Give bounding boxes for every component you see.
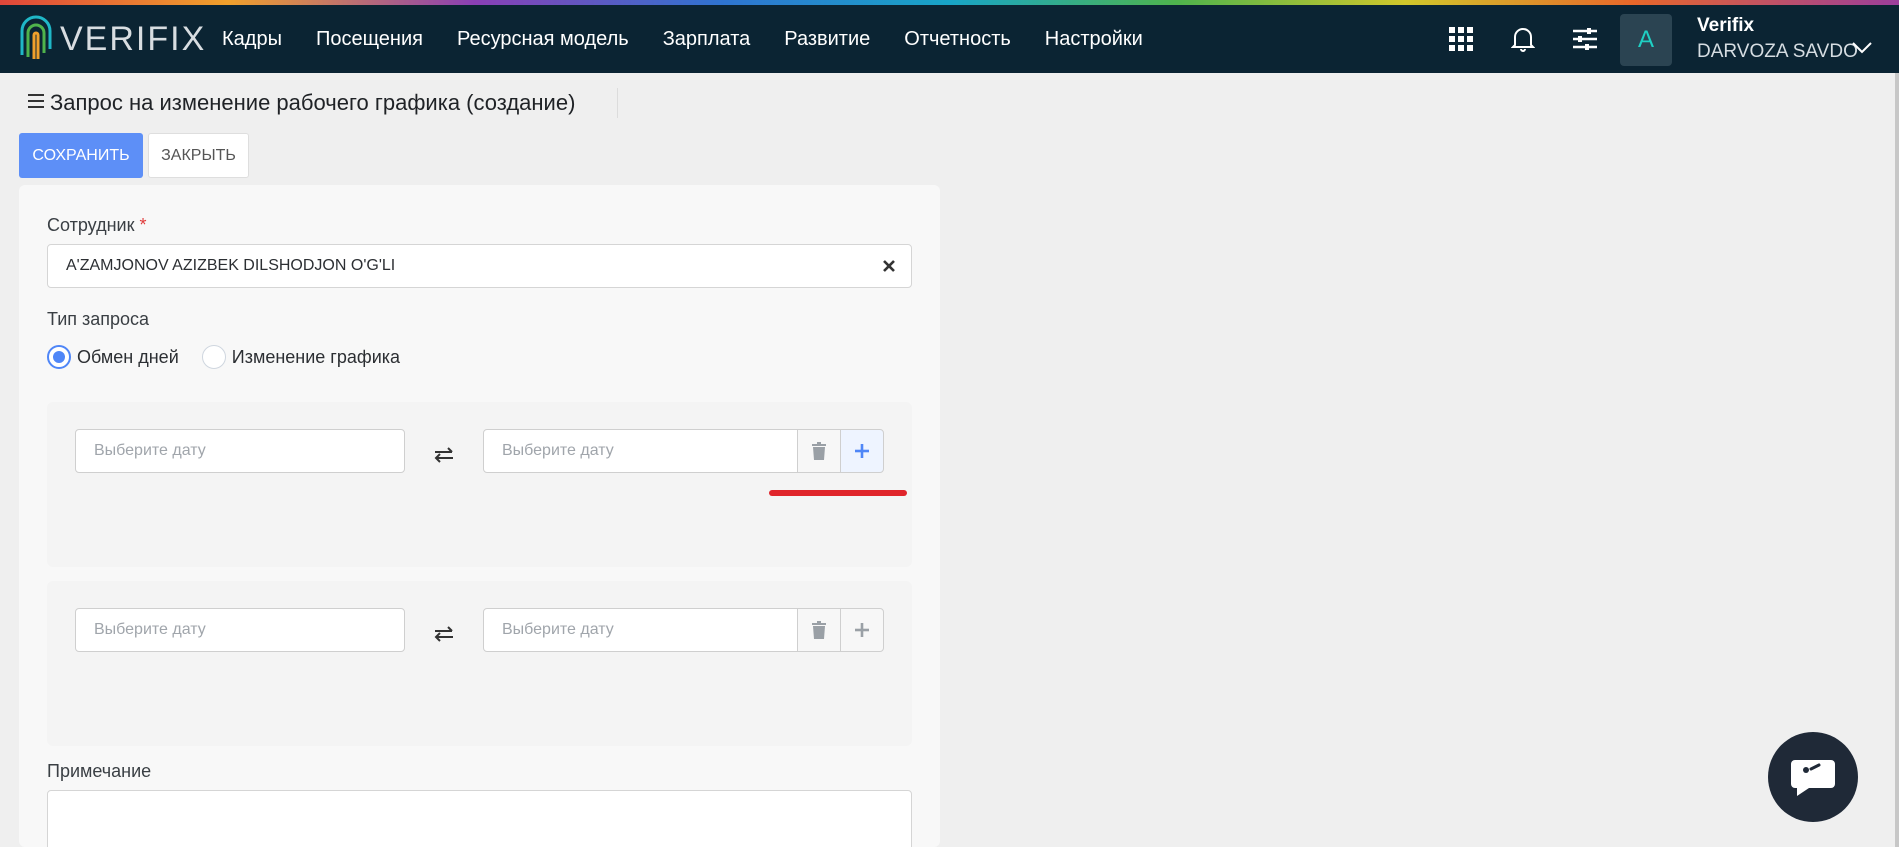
fingerprint-logo-icon — [20, 15, 52, 59]
swap-arrows-icon — [432, 443, 456, 467]
nav-item-reports[interactable]: Отчетность — [904, 28, 1011, 51]
close-button[interactable]: ЗАКРЫТЬ — [148, 133, 249, 178]
note-label: Примечание — [47, 761, 152, 781]
avatar-letter: A — [1637, 26, 1654, 53]
close-icon[interactable] — [879, 256, 899, 276]
request-type-label: Тип запроса — [47, 309, 150, 329]
date-from-placeholder: Выберите дату — [94, 621, 206, 638]
chevron-down-icon[interactable] — [1851, 41, 1873, 60]
nav-item-salary[interactable]: Зарплата — [663, 28, 751, 51]
radio-change-schedule[interactable] — [201, 345, 226, 369]
page-scrollbar[interactable] — [1895, 73, 1899, 847]
avatar[interactable]: A — [1620, 14, 1672, 66]
swap-arrows-icon — [432, 622, 456, 646]
nav-actions — [1443, 5, 1629, 73]
radio-swap-days[interactable] — [47, 345, 71, 369]
user-org: DARVOZA SAVDO — [1697, 41, 1858, 62]
delete-row-button[interactable] — [797, 429, 841, 473]
date-from-input[interactable]: Выберите дату — [75, 429, 405, 473]
trash-icon — [812, 442, 826, 460]
nav-item-development[interactable]: Развитие — [784, 28, 870, 51]
delete-row-button[interactable] — [797, 608, 841, 652]
request-type-group: Обмен дней Изменение графика — [47, 345, 423, 369]
page-title: Запрос на изменение рабочего графика (со… — [50, 90, 576, 115]
highlight-underline — [769, 490, 907, 496]
employee-label: Сотрудник * — [47, 215, 147, 235]
apps-grid-icon[interactable] — [1443, 21, 1479, 57]
radio-label-swap-days[interactable]: Обмен дней — [77, 347, 179, 368]
employee-value: A'ZAMJONOV AZIZBEK DILSHODJON O'G'LI — [66, 257, 396, 274]
top-navbar: VERIFIX Кадры Посещения Ресурсная модель… — [0, 5, 1899, 73]
plus-icon — [855, 623, 869, 637]
date-to-input[interactable]: Выберите дату — [483, 608, 798, 652]
user-name: Verifix — [1697, 15, 1755, 36]
title-divider — [617, 88, 618, 118]
nav-item-attendance[interactable]: Посещения — [316, 28, 423, 51]
chat-icon — [1791, 760, 1835, 796]
bell-icon[interactable] — [1505, 21, 1541, 57]
save-button[interactable]: СОХРАНИТЬ — [19, 133, 143, 178]
swap-row — [47, 581, 912, 746]
date-to-placeholder: Выберите дату — [502, 621, 614, 638]
required-mark: * — [139, 215, 147, 235]
radio-label-change-schedule[interactable]: Изменение графика — [232, 347, 400, 368]
chat-button[interactable] — [1768, 732, 1858, 822]
logo[interactable]: VERIFIX — [18, 15, 206, 63]
employee-select[interactable]: A'ZAMJONOV AZIZBEK DILSHODJON O'G'LI — [47, 244, 912, 288]
note-textarea[interactable] — [47, 790, 912, 847]
nav-item-kadry[interactable]: Кадры — [222, 28, 282, 51]
add-row-button[interactable] — [840, 608, 884, 652]
logo-text: VERIFIX — [60, 19, 207, 58]
date-to-input[interactable]: Выберите дату — [483, 429, 798, 473]
trash-icon — [812, 621, 826, 639]
plus-icon — [855, 444, 869, 458]
sliders-icon[interactable] — [1567, 21, 1603, 57]
date-from-placeholder: Выберите дату — [94, 442, 206, 459]
swap-row — [47, 402, 912, 567]
page-title-bar: Запрос на изменение рабочего графика (со… — [28, 90, 575, 116]
main-menu: Кадры Посещения Ресурсная модель Зарплат… — [222, 5, 1177, 73]
date-to-placeholder: Выберите дату — [502, 442, 614, 459]
hamburger-icon[interactable] — [28, 93, 44, 113]
nav-item-settings[interactable]: Настройки — [1045, 28, 1143, 51]
add-row-button[interactable] — [840, 429, 884, 473]
nav-item-resource-model[interactable]: Ресурсная модель — [457, 28, 629, 51]
date-from-input[interactable]: Выберите дату — [75, 608, 405, 652]
user-menu[interactable]: Verifix DARVOZA SAVDO — [1697, 15, 1858, 63]
